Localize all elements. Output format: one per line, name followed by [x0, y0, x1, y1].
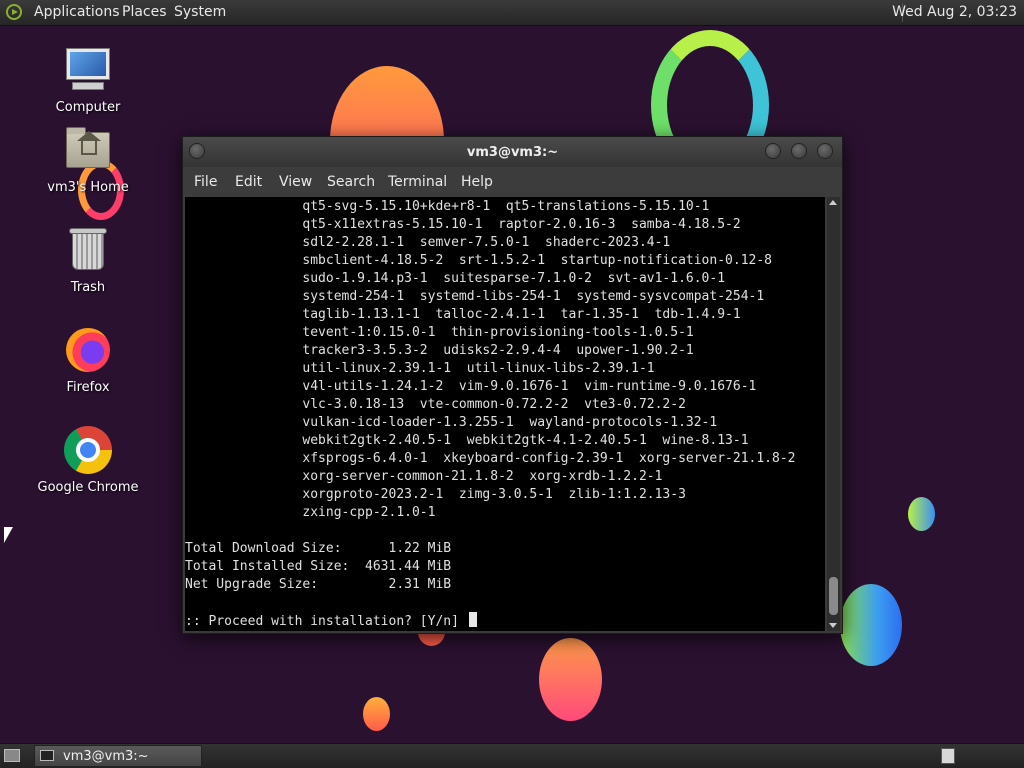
- terminal-line: qt5-svg-5.15.10+kde+r8-1 qt5-translation…: [185, 199, 710, 214]
- terminal-line: taglib-1.13.1-1 talloc-2.4.1-1 tar-1.35-…: [185, 307, 741, 322]
- scroll-up-arrow-icon[interactable]: [829, 200, 837, 205]
- desktop-icon-label: Computer: [55, 100, 121, 115]
- minimize-button[interactable]: [765, 143, 781, 159]
- window-title: vm3@vm3:~: [466, 145, 559, 160]
- system-menu[interactable]: System: [174, 4, 226, 20]
- applications-menu[interactable]: Applications: [34, 4, 120, 20]
- desktop-icon-firefox[interactable]: Firefox: [28, 326, 148, 395]
- terminal-line: tevent-1:0.15.0-1 thin-provisioning-tool…: [185, 325, 694, 340]
- wallpaper-shape: [539, 638, 602, 721]
- workspace-switcher[interactable]: [941, 748, 955, 764]
- applications-logo-icon[interactable]: [6, 4, 22, 20]
- wallpaper-shape: [908, 497, 935, 531]
- menu-terminal[interactable]: Terminal: [388, 174, 447, 190]
- desktop-icon-computer[interactable]: Computer: [28, 46, 148, 115]
- scroll-down-arrow-icon[interactable]: [829, 623, 837, 628]
- desktop-icon-home[interactable]: vm3's Home: [28, 126, 148, 195]
- mouse-pointer-icon: [4, 527, 13, 543]
- desktop-icon-label: Trash: [70, 280, 106, 295]
- terminal-line: zxing-cpp-2.1.0-1: [185, 505, 436, 520]
- scrollbar-thumb[interactable]: [829, 577, 838, 615]
- terminal-line: qt5-x11extras-5.15.10-1 raptor-2.0.16-3 …: [185, 217, 741, 232]
- desktop-icon-label: vm3's Home: [47, 180, 129, 195]
- wallpaper-shape: [363, 697, 390, 731]
- chrome-icon: [64, 426, 112, 474]
- terminal-line: systemd-254-1 systemd-libs-254-1 systemd…: [185, 289, 765, 304]
- top-panel: Applications Places System Wed Aug 2, 03…: [0, 0, 1024, 26]
- show-desktop-icon[interactable]: [4, 749, 20, 762]
- terminal-line: vlc-3.0.18-13 vte-common-0.72.2-2 vte3-0…: [185, 397, 686, 412]
- terminal-lines: qt5-svg-5.15.10+kde+r8-1 qt5-translation…: [185, 198, 795, 631]
- terminal-menubar: File Edit View Search Terminal Help: [183, 167, 842, 197]
- terminal-line: webkit2gtk-2.40.5-1 webkit2gtk-4.1-2.40.…: [185, 433, 749, 448]
- wallpaper-shape: [840, 584, 902, 666]
- bottom-taskbar: vm3@vm3:~: [0, 743, 1024, 768]
- window-titlebar[interactable]: vm3@vm3:~: [183, 137, 842, 167]
- terminal-line: v4l-utils-1.24.1-2 vim-9.0.1676-1 vim-ru…: [185, 379, 757, 394]
- terminal-scrollbar[interactable]: [827, 197, 840, 631]
- clock[interactable]: Wed Aug 2, 03:23: [892, 4, 1017, 20]
- desktop-icon-trash[interactable]: Trash: [28, 226, 148, 295]
- terminal-line: :: Proceed with installation? [Y/n]: [185, 612, 795, 631]
- menu-edit[interactable]: Edit: [235, 174, 262, 190]
- terminal-line: xfsprogs-6.4.0-1 xkeyboard-config-2.39-1…: [185, 451, 796, 466]
- terminal-line: smbclient-4.18.5-2 srt-1.5.2-1 startup-n…: [185, 253, 772, 268]
- terminal-window[interactable]: vm3@vm3:~ File Edit View Search Terminal…: [182, 136, 843, 634]
- taskbar-item-terminal[interactable]: vm3@vm3:~: [34, 745, 202, 767]
- taskbar-item-label: vm3@vm3:~: [63, 749, 149, 764]
- terminal-line: Net Upgrade Size: 2.31 MiB: [185, 577, 452, 592]
- terminal-line: Total Download Size: 1.22 MiB: [185, 541, 452, 556]
- trash-icon: [64, 226, 112, 274]
- terminal-line: tracker3-3.5.3-2 udisks2-2.9.4-4 upower-…: [185, 343, 694, 358]
- home-folder-icon: [64, 126, 112, 174]
- terminal-icon: [40, 750, 54, 761]
- desktop: Applications Places System Wed Aug 2, 03…: [0, 0, 1024, 768]
- menu-file[interactable]: File: [194, 174, 217, 190]
- menu-view[interactable]: View: [279, 174, 312, 190]
- desktop-icon-label: Firefox: [66, 380, 110, 395]
- terminal-line: xorg-server-common-21.1.8-2 xorg-xrdb-1.…: [185, 469, 663, 484]
- terminal-line: xorgproto-2023.2-1 zimg-3.0.5-1 zlib-1:1…: [185, 487, 686, 502]
- places-menu[interactable]: Places: [122, 4, 167, 20]
- terminal-line: util-linux-2.39.1-1 util-linux-libs-2.39…: [185, 361, 655, 376]
- desktop-icon-chrome[interactable]: Google Chrome: [28, 426, 148, 495]
- terminal-line: sdl2-2.28.1-1 semver-7.5.0-1 shaderc-202…: [185, 235, 671, 250]
- terminal-line: sudo-1.9.14.p3-1 suitesparse-7.1.0-2 svt…: [185, 271, 726, 286]
- terminal-line: vulkan-icd-loader-1.3.255-1 wayland-prot…: [185, 415, 718, 430]
- terminal-cursor: [468, 612, 477, 627]
- computer-icon: [64, 46, 112, 94]
- menu-help[interactable]: Help: [461, 174, 493, 190]
- maximize-button[interactable]: [791, 143, 807, 159]
- firefox-icon: [64, 326, 112, 374]
- close-button[interactable]: [817, 143, 833, 159]
- terminal-line: Total Installed Size: 4631.44 MiB: [185, 559, 452, 574]
- menu-search[interactable]: Search: [327, 174, 375, 190]
- terminal-output[interactable]: qt5-svg-5.15.10+kde+r8-1 qt5-translation…: [185, 197, 825, 631]
- desktop-icon-label: Google Chrome: [37, 480, 139, 495]
